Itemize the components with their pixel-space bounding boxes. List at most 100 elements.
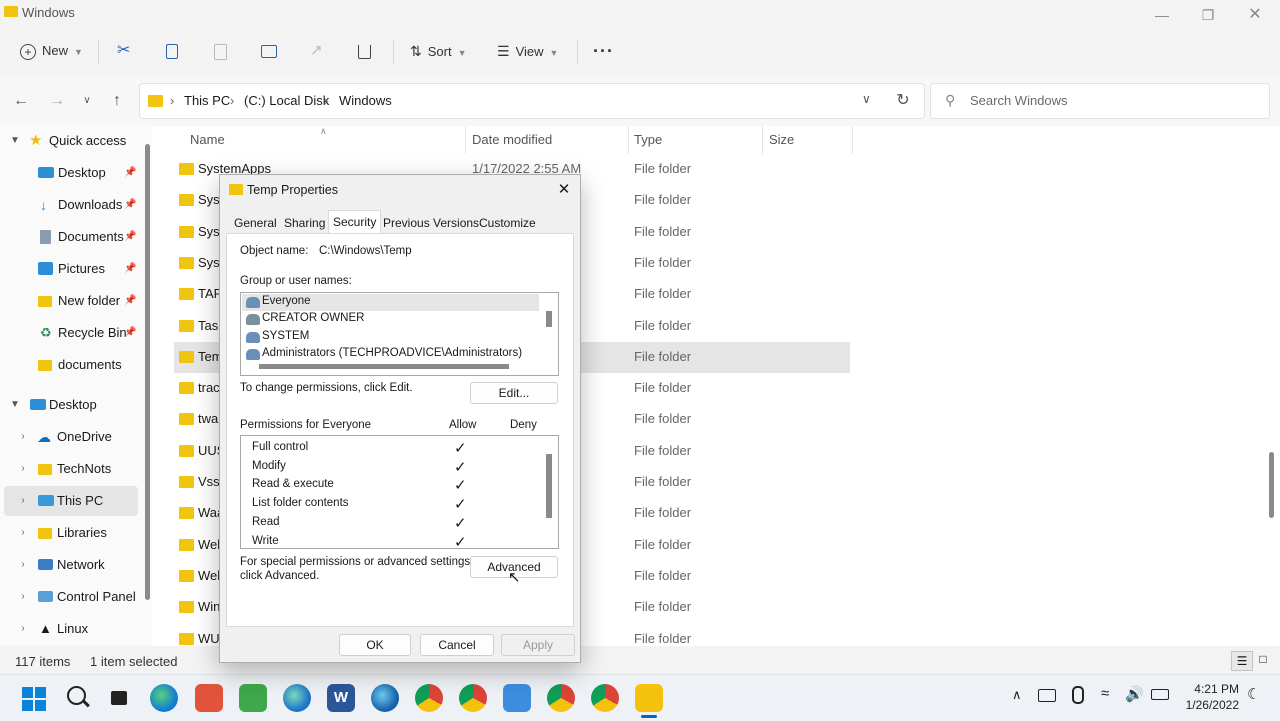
address-dropdown-button[interactable]: ∨ <box>862 92 871 106</box>
nav-onedrive[interactable]: › ☁ OneDrive <box>0 422 140 452</box>
notepad-app-icon[interactable] <box>503 684 531 712</box>
app-icon-red[interactable] <box>195 684 223 712</box>
edge-app-icon[interactable] <box>150 684 178 712</box>
battery-icon[interactable] <box>1151 689 1169 700</box>
edge-beta-app-icon[interactable] <box>371 684 399 712</box>
security-panel: Object name: C:\Windows\Temp Group or us… <box>226 233 574 627</box>
address-bar[interactable]: › This PC › (C:) Local Disk › Windows ∨ <box>139 83 925 119</box>
rename-button[interactable] <box>261 38 277 64</box>
cancel-button[interactable]: Cancel <box>420 634 494 656</box>
user-list-vscrollbar[interactable] <box>546 311 552 327</box>
nav-documents[interactable]: Documents 📌 <box>0 222 140 252</box>
breadcrumb-local-disk[interactable]: (C:) Local Disk <box>244 93 329 108</box>
delete-button[interactable] <box>358 38 371 64</box>
task-view-button[interactable] <box>105 684 133 712</box>
column-header-size[interactable]: Size <box>769 132 794 147</box>
permissions-scrollbar[interactable] <box>546 454 552 518</box>
column-divider[interactable] <box>628 126 629 154</box>
nav-technots[interactable]: › TechNots <box>0 454 140 484</box>
nav-recycle-bin[interactable]: ♻ Recycle Bin 📌 <box>0 318 140 348</box>
tiles-view-button[interactable]: □ <box>1256 652 1270 666</box>
file-type: File folder <box>634 317 692 333</box>
list-item[interactable]: CREATOR OWNER <box>242 311 539 328</box>
content-scrollbar[interactable] <box>1269 452 1274 518</box>
chrome-canary-app-icon[interactable] <box>547 684 575 712</box>
volume-icon[interactable]: 🔊 <box>1125 685 1144 703</box>
start-button[interactable] <box>19 684 47 712</box>
column-divider[interactable] <box>762 126 763 154</box>
pin-icon: 📌 <box>124 263 137 274</box>
wifi-icon[interactable]: ≈ <box>1101 685 1109 702</box>
column-divider[interactable] <box>852 126 853 154</box>
word-app-icon[interactable]: W <box>327 684 355 712</box>
column-header-type[interactable]: Type <box>634 132 662 147</box>
nav-downloads[interactable]: ↓ Downloads 📌 <box>0 190 140 220</box>
column-divider[interactable] <box>465 126 466 154</box>
column-header-name[interactable]: Name <box>190 132 225 147</box>
nav-desktop[interactable]: Desktop 📌 <box>0 158 140 188</box>
list-item[interactable]: Administrators (TECHPROADVICE\Administra… <box>242 346 539 363</box>
clock[interactable]: 4:21 PM 1/26/2022 <box>1181 681 1239 713</box>
recent-locations-button[interactable]: ∨ <box>74 88 100 114</box>
tab-previous-versions[interactable]: Previous Versions <box>379 212 483 234</box>
change-permissions-text: To change permissions, click Edit. <box>240 382 413 394</box>
share-button[interactable]: ↗ <box>310 38 323 64</box>
nav-quick-access[interactable]: ▼ ★ Quick access <box>0 126 140 156</box>
nav-linux[interactable]: › ▲ Linux <box>0 614 140 644</box>
tab-customize[interactable]: Customize <box>475 212 540 234</box>
chrome-app-icon[interactable] <box>415 684 443 712</box>
nav-this-pc[interactable]: › This PC <box>4 486 138 516</box>
chrome-profile-app-icon[interactable] <box>459 684 487 712</box>
user-name: SYSTEM <box>262 329 310 342</box>
close-button[interactable]: ✕ <box>1232 2 1278 28</box>
details-view-button[interactable]: ☰ <box>1231 651 1253 671</box>
minimize-button[interactable]: — <box>1139 2 1185 28</box>
nav-control-panel[interactable]: › Control Panel <box>0 582 140 612</box>
refresh-button[interactable]: ↻ <box>890 88 916 114</box>
tab-general[interactable]: General <box>230 212 281 234</box>
nav-libraries[interactable]: › Libraries <box>0 518 140 548</box>
back-button[interactable]: ← <box>8 88 34 114</box>
nav-desktop-root[interactable]: ▼ Desktop <box>0 390 140 420</box>
column-header-date[interactable]: Date modified <box>472 132 552 147</box>
microphone-icon[interactable] <box>1072 686 1084 704</box>
paste-button[interactable] <box>214 38 227 64</box>
sort-button[interactable]: ⇅ Sort ▼ <box>410 38 467 64</box>
show-hidden-icons-button[interactable]: ∧ <box>1012 687 1022 703</box>
file-explorer-app-icon[interactable] <box>635 684 663 712</box>
user-list-hscrollbar[interactable] <box>259 364 509 369</box>
cut-button[interactable]: ✂ <box>117 38 130 64</box>
notification-icon[interactable]: ☾ <box>1247 685 1260 703</box>
forward-button[interactable]: → <box>44 88 70 114</box>
tab-security[interactable]: Security <box>328 210 382 235</box>
app-icon-green[interactable] <box>239 684 267 712</box>
edge-dev-app-icon[interactable] <box>283 684 311 712</box>
user-list[interactable]: Everyone CREATOR OWNER SYSTEM Administrator… <box>240 292 559 376</box>
clipboard-icon <box>214 43 227 60</box>
view-button[interactable]: ☰ View ▼ <box>497 38 558 64</box>
nav-label: documents <box>58 357 122 372</box>
up-button[interactable]: ↑ <box>104 88 130 114</box>
search-taskbar-button[interactable] <box>63 684 91 712</box>
dialog-close-button[interactable]: ✕ <box>553 179 575 201</box>
edit-button[interactable]: Edit... <box>470 382 558 404</box>
new-button[interactable]: + New ▼ <box>20 38 83 64</box>
chrome-dev-app-icon[interactable] <box>591 684 619 712</box>
apply-button[interactable]: Apply <box>501 634 575 656</box>
nav-pictures[interactable]: Pictures 📌 <box>0 254 140 284</box>
copy-button[interactable] <box>166 38 178 64</box>
keyboard-icon[interactable] <box>1038 689 1056 702</box>
list-item[interactable]: SYSTEM <box>242 329 539 346</box>
breadcrumb-windows[interactable]: Windows <box>339 93 392 108</box>
nav-documents-folder[interactable]: documents <box>0 350 140 380</box>
nav-network[interactable]: › Network <box>0 550 140 580</box>
search-box[interactable]: ⚲ Search Windows <box>930 83 1270 119</box>
ok-button[interactable]: OK <box>339 634 411 656</box>
nav-new-folder[interactable]: New folder 📌 <box>0 286 140 316</box>
more-options-button[interactable]: ··· <box>593 38 614 64</box>
breadcrumb-this-pc[interactable]: This PC <box>184 93 230 108</box>
nav-scrollbar[interactable] <box>145 144 150 600</box>
list-item[interactable]: Everyone <box>242 294 539 311</box>
maximize-button[interactable]: ❐ <box>1185 2 1231 28</box>
tab-sharing[interactable]: Sharing <box>280 212 329 234</box>
